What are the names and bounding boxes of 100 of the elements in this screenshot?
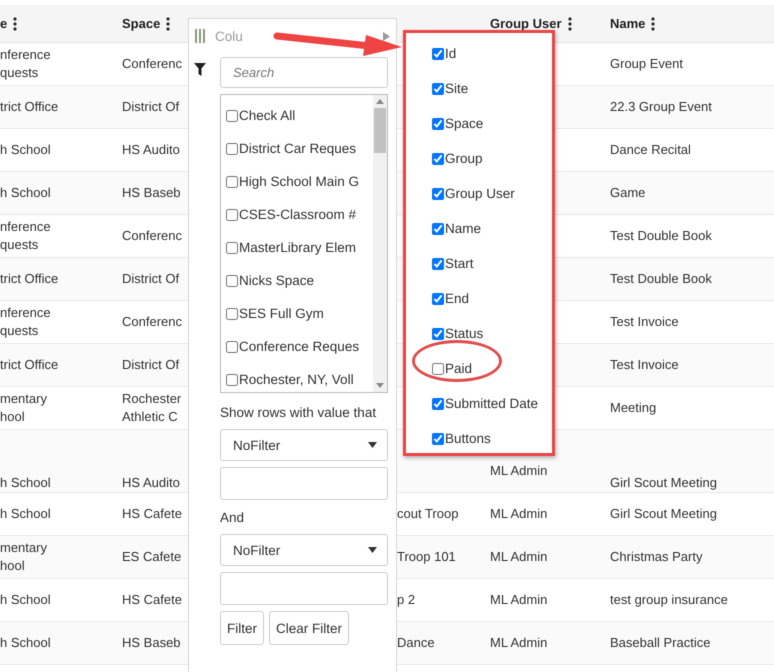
table-cell: test group insurance [610, 591, 728, 609]
table-cell: nference quests [0, 304, 51, 340]
table-cell: nference quests [0, 46, 51, 82]
table-cell: District Of [122, 98, 180, 116]
table-cell: HS Baseb [122, 634, 181, 652]
value-label[interactable]: CSES-Classroom # [239, 207, 356, 222]
filter-icon[interactable] [194, 63, 206, 76]
checkbox[interactable] [432, 362, 444, 374]
scroll-up-icon[interactable] [376, 99, 384, 104]
table-cell: Test Double Book [610, 227, 712, 245]
column-option-label[interactable]: Status [445, 326, 484, 341]
column-option-label[interactable]: Group User [445, 186, 515, 201]
filter-value-field[interactable] [220, 572, 388, 605]
table-cell: trict Office [0, 356, 58, 374]
table-cell: Group Event [610, 55, 683, 73]
value-label[interactable]: District Car Reques [239, 141, 356, 156]
checkbox[interactable] [432, 328, 444, 340]
checkbox[interactable] [226, 208, 238, 220]
search-field[interactable]: Search [220, 57, 388, 88]
table-cell: ML Admin [490, 591, 548, 609]
table-cell: ML Admin [490, 462, 548, 480]
checkbox[interactable] [432, 258, 444, 270]
value-label[interactable]: SES Full Gym [239, 306, 324, 321]
column-option-label[interactable]: End [445, 291, 470, 306]
value-label[interactable]: Check All [239, 108, 296, 123]
table-cell: Christmas Party [610, 548, 702, 566]
column-option-label[interactable]: Submitted Date [445, 396, 538, 411]
checkbox[interactable] [432, 222, 444, 234]
column-header[interactable]: Space [122, 16, 160, 31]
column-option-label[interactable]: Site [445, 81, 468, 96]
table-cell: Dance Recital [610, 141, 691, 159]
table-cell: cout Troop [397, 505, 458, 523]
column-menu-icon[interactable] [568, 16, 572, 30]
table-cell: Dance [397, 634, 435, 652]
table-cell: Baseball Practice [610, 634, 710, 652]
table-cell: Rochester Athletic C [122, 390, 182, 426]
scrollbar[interactable] [373, 95, 387, 392]
checkbox[interactable] [226, 374, 238, 386]
checkbox[interactable] [432, 188, 444, 200]
column-option-label[interactable]: Space [445, 116, 484, 131]
table-cell: Conferenc [122, 55, 182, 73]
checkbox[interactable] [432, 398, 444, 410]
checkbox[interactable] [432, 48, 444, 60]
value-label[interactable]: MasterLibrary Elem [239, 240, 356, 255]
table-cell: Meeting [610, 399, 656, 417]
table-cell: 22.3 Group Event [610, 98, 712, 116]
condition-label: Show rows with value that [220, 404, 378, 422]
value-label[interactable]: Nicks Space [239, 273, 314, 288]
caret-icon [368, 442, 377, 448]
table-cell: ES Cafete [122, 548, 182, 566]
column-header[interactable]: e [0, 16, 8, 31]
column-option-label[interactable]: Buttons [445, 431, 491, 446]
column-header[interactable]: Name [610, 16, 646, 31]
checkbox[interactable] [432, 292, 444, 304]
column-option-label[interactable]: Id [445, 46, 456, 61]
checkbox[interactable] [432, 82, 444, 94]
column-option-label[interactable]: Name [445, 221, 482, 236]
condition-select[interactable]: NoFilter [220, 534, 388, 566]
column-option-label[interactable]: Paid [445, 361, 472, 376]
table-cell: Test Invoice [610, 356, 679, 374]
table-cell: Conferenc [122, 227, 182, 245]
column-menu-icon[interactable] [651, 16, 656, 30]
table-cell: mentary hool [0, 539, 47, 575]
column-menu-icon[interactable] [166, 16, 170, 30]
checkbox[interactable] [226, 142, 238, 154]
column-menu-icon[interactable] [13, 16, 18, 30]
table-cell: h School [0, 141, 51, 159]
table-cell: District Of [122, 356, 180, 374]
expand-arrow-icon[interactable] [383, 32, 390, 40]
checkbox[interactable] [226, 340, 238, 352]
table-cell: HS Audito [122, 141, 180, 159]
checkbox[interactable] [226, 274, 238, 286]
scrollbar-thumb[interactable] [374, 108, 386, 153]
table-cell: Girl Scout Meeting [610, 505, 717, 523]
checkbox[interactable] [226, 308, 238, 320]
checkbox[interactable] [226, 242, 238, 254]
column-option-label[interactable]: Start [445, 256, 474, 271]
table-cell: ML Admin [490, 548, 548, 566]
columns-icon[interactable] [195, 29, 205, 43]
value-label[interactable]: Rochester, NY, Voll [239, 372, 354, 387]
table-cell: Girl Scout Meeting [610, 474, 717, 492]
checkbox[interactable] [432, 152, 444, 164]
table-cell: Game [610, 184, 646, 202]
filter-button[interactable]: Filter [220, 611, 264, 645]
filter-value-field[interactable] [220, 467, 388, 500]
clear-filter-button[interactable]: Clear Filter [269, 611, 350, 645]
checkbox[interactable] [432, 432, 444, 444]
checkbox[interactable] [432, 118, 444, 130]
table-cell: HS Cafete [122, 591, 182, 609]
checkbox[interactable] [226, 176, 238, 188]
table-cell: h School [0, 184, 51, 202]
value-label[interactable]: Conference Reques [239, 339, 360, 354]
checkbox[interactable] [226, 110, 238, 122]
column-option-label[interactable]: Group [445, 151, 483, 166]
value-label[interactable]: High School Main G [239, 174, 360, 189]
column-header[interactable]: Group User [490, 16, 562, 31]
join-label: And [220, 509, 246, 527]
table-cell: h School [0, 591, 51, 609]
table-cell: h School [0, 505, 51, 523]
condition-select[interactable]: NoFilter [220, 429, 388, 461]
